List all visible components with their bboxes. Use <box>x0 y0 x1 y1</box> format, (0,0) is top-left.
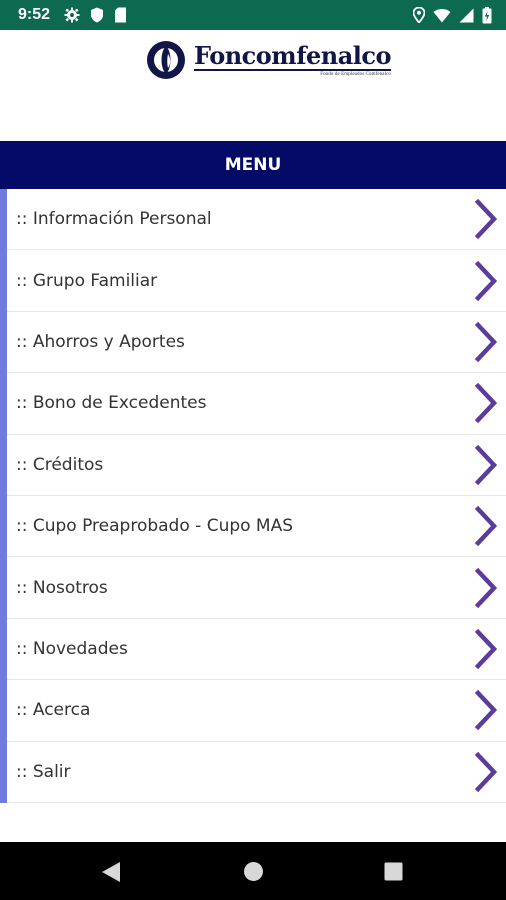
menu-list: :: Información Personal :: Grupo Familia… <box>0 189 506 803</box>
menu-item-creditos[interactable]: :: Créditos <box>7 435 506 496</box>
status-time: 9:52 <box>18 6 51 23</box>
chevron-right-icon <box>474 260 498 301</box>
logo-text-wrap: Foncomfenalco Fondo de Empleados Comfena… <box>194 41 392 77</box>
menu-item-label: :: Salir <box>16 761 71 782</box>
chevron-right-icon <box>474 690 498 731</box>
menu-title: MENU <box>0 141 506 189</box>
signal-icon <box>459 8 474 23</box>
chevron-right-icon <box>474 567 498 608</box>
home-icon[interactable] <box>243 861 264 886</box>
chevron-right-icon <box>474 628 498 669</box>
navigation-bar <box>0 842 506 900</box>
logo-mark-icon <box>147 41 185 79</box>
recents-icon[interactable] <box>384 862 403 885</box>
logo-tagline: Fondo de Empleados Comfenalco <box>320 72 392 77</box>
menu-item-label: :: Bono de Excedentes <box>16 393 207 414</box>
battery-icon <box>482 6 492 24</box>
menu-item-informacion-personal[interactable]: :: Información Personal <box>7 189 506 251</box>
logo: Foncomfenalco Fondo de Empleados Comfena… <box>146 40 392 80</box>
menu-item-bono-de-excedentes[interactable]: :: Bono de Excedentes <box>7 373 506 435</box>
chevron-right-icon <box>474 383 498 424</box>
chevron-right-icon <box>474 321 498 362</box>
chevron-right-icon <box>474 199 498 240</box>
menu-item-label: :: Acerca <box>16 700 91 721</box>
menu-item-grupo-familiar[interactable]: :: Grupo Familiar <box>7 250 506 312</box>
menu-item-label: :: Ahorros y Aportes <box>16 331 185 352</box>
back-icon[interactable] <box>101 861 121 887</box>
menu-item-label: :: Novedades <box>16 638 128 659</box>
chevron-right-icon <box>474 444 498 485</box>
wifi-icon <box>433 8 451 23</box>
menu-item-nosotros[interactable]: :: Nosotros <box>7 557 506 619</box>
menu-item-cupo-preaprobado[interactable]: :: Cupo Preaprobado - Cupo MAS <box>7 496 506 558</box>
status-right-icons <box>413 6 492 24</box>
sim-card-icon <box>114 7 127 23</box>
menu-item-label: :: Cupo Preaprobado - Cupo MAS <box>16 516 294 537</box>
menu-item-acerca[interactable]: :: Acerca <box>7 680 506 742</box>
chevron-right-icon <box>474 751 498 792</box>
logo-text: Foncomfenalco <box>194 41 392 71</box>
menu-item-label: :: Información Personal <box>16 209 212 230</box>
app-header: Foncomfenalco Fondo de Empleados Comfena… <box>0 30 506 141</box>
menu-item-label: :: Grupo Familiar <box>16 270 158 291</box>
status-bar: 9:52 <box>0 0 506 30</box>
menu-item-label: :: Créditos <box>16 454 104 475</box>
menu-item-novedades[interactable]: :: Novedades <box>7 619 506 681</box>
menu-item-ahorros-y-aportes[interactable]: :: Ahorros y Aportes <box>7 312 506 374</box>
settings-icon <box>64 7 80 23</box>
menu-item-salir[interactable]: :: Salir <box>7 742 506 803</box>
status-left-icons <box>64 7 127 23</box>
menu-item-label: :: Nosotros <box>16 577 108 598</box>
location-icon <box>413 7 425 23</box>
shield-icon <box>90 7 104 23</box>
chevron-right-icon <box>474 506 498 547</box>
